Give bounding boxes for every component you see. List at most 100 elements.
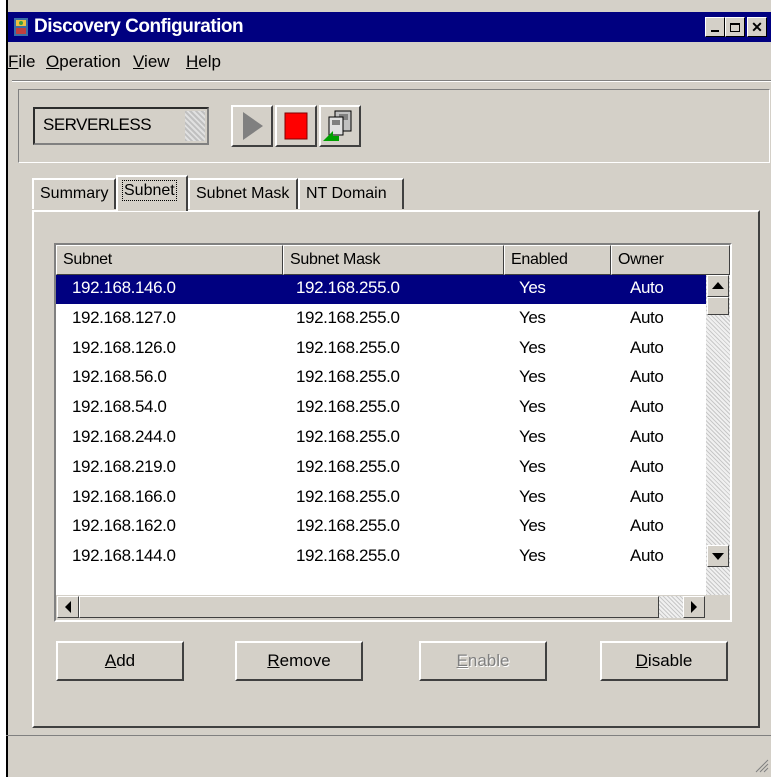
server-field[interactable]: SERVERLESS (33, 107, 209, 145)
computers-icon (323, 110, 352, 141)
remove-button[interactable]: Remove (235, 641, 363, 681)
cell-mask: 192.168.255.0 (296, 546, 400, 566)
remove-button-label: emove (279, 651, 331, 670)
resize-grip-icon[interactable] (753, 757, 769, 773)
table-row[interactable]: 192.168.244.0 192.168.255.0 Yes Auto (56, 424, 706, 453)
cell-subnet: 192.168.56.0 (72, 367, 167, 387)
cell-mask: 192.168.255.0 (296, 307, 400, 327)
tab-subnet-label: Subnet (122, 180, 177, 201)
disable-button-accel: D (635, 651, 648, 670)
horizontal-scroll-thumb[interactable] (79, 596, 659, 618)
tab-subnet[interactable]: Subnet (116, 175, 188, 211)
enable-button[interactable]: Enable (419, 641, 547, 681)
cell-owner: Auto (630, 516, 664, 536)
table-row[interactable]: 192.168.219.0 192.168.255.0 Yes Auto (56, 454, 706, 483)
close-icon: ✕ (751, 19, 763, 35)
table-row[interactable]: 192.168.146.0 192.168.255.0 Yes Auto (56, 275, 706, 304)
column-header-owner[interactable]: Owner (611, 245, 730, 275)
menu-file-accel: F (8, 52, 19, 71)
vertical-scrollbar[interactable] (706, 275, 730, 595)
cell-subnet: 192.168.144.0 (72, 546, 176, 566)
subnet-list[interactable]: Subnet Subnet Mask Enabled Owner 192.168… (54, 243, 732, 622)
menu-file[interactable]: File (8, 52, 35, 72)
title-bar[interactable]: Discovery Configuration ✕ (8, 12, 771, 42)
cell-subnet: 192.168.146.0 (72, 278, 176, 297)
disable-button[interactable]: Disable (600, 641, 728, 681)
table-row[interactable]: 192.168.162.0 192.168.255.0 Yes Auto (56, 513, 706, 542)
cell-subnet: 192.168.127.0 (72, 307, 176, 327)
cell-mask: 192.168.255.0 (296, 516, 400, 536)
cell-enabled: Yes (519, 427, 546, 446)
menu-operation[interactable]: Operation (46, 52, 121, 72)
disable-button-label: isable (647, 651, 693, 670)
table-row[interactable]: 192.168.54.0 192.168.255.0 Yes Auto (56, 394, 706, 423)
cell-subnet: 192.168.244.0 (72, 427, 176, 446)
tab-subnet-mask-label: Subnet Mask (196, 185, 290, 202)
stop-icon (284, 112, 308, 140)
window-title: Discovery Configuration (34, 16, 244, 37)
column-header-enabled[interactable]: Enabled (504, 245, 611, 275)
cell-mask: 192.168.255.0 (296, 397, 400, 417)
cell-subnet: 192.168.162.0 (72, 516, 176, 536)
tab-nt-domain[interactable]: NT Domain (298, 178, 404, 209)
scroll-down-button[interactable] (707, 545, 729, 567)
menu-view-accel: V (133, 52, 145, 71)
add-button[interactable]: Add (56, 641, 184, 681)
start-button[interactable] (231, 105, 273, 147)
list-header: Subnet Subnet Mask Enabled Owner (56, 245, 730, 275)
cell-mask: 192.168.255.0 (296, 486, 400, 506)
play-icon (243, 112, 263, 140)
tab-nt-domain-label: NT Domain (306, 185, 387, 202)
cell-enabled: Yes (519, 278, 546, 297)
arrow-right-icon (691, 601, 697, 613)
scroll-right-button[interactable] (683, 596, 705, 618)
menu-help[interactable]: Help (186, 52, 221, 72)
cell-mask: 192.168.255.0 (296, 337, 400, 357)
cell-enabled: Yes (519, 546, 546, 566)
table-row[interactable]: 192.168.144.0 192.168.255.0 Yes Auto (56, 543, 706, 572)
scroll-left-button[interactable] (57, 596, 79, 618)
cell-owner: Auto (630, 307, 664, 327)
cell-subnet: 192.168.166.0 (72, 486, 176, 506)
menu-file-label: ile (18, 52, 36, 71)
scroll-corner (706, 595, 730, 620)
table-row[interactable]: 192.168.127.0 192.168.255.0 Yes Auto (56, 305, 706, 334)
column-header-subnet-mask[interactable]: Subnet Mask (283, 245, 504, 275)
scroll-up-button[interactable] (707, 275, 729, 297)
cell-owner: Auto (630, 278, 664, 297)
menu-bar: File Operation View Help (8, 46, 771, 80)
toolbar: SERVERLESS (18, 89, 770, 163)
tab-subnet-mask[interactable]: Subnet Mask (188, 178, 298, 209)
table-row[interactable]: 192.168.166.0 192.168.255.0 Yes Auto (56, 484, 706, 513)
stop-button[interactable] (275, 105, 317, 147)
close-button[interactable]: ✕ (747, 17, 767, 37)
cell-owner: Auto (630, 456, 664, 476)
tab-summary[interactable]: Summary (32, 178, 116, 209)
cell-mask: 192.168.255.0 (296, 367, 400, 387)
menu-view-label: iew (144, 52, 170, 71)
tab-summary-label: Summary (40, 185, 109, 202)
cell-enabled: Yes (519, 516, 546, 536)
scroll-thumb[interactable] (707, 297, 729, 315)
horizontal-scroll-track[interactable] (659, 596, 683, 618)
minimize-button[interactable] (705, 17, 725, 37)
horizontal-scrollbar[interactable] (56, 595, 706, 620)
menu-help-accel: H (186, 52, 199, 71)
arrow-left-icon (65, 601, 71, 613)
arrow-down-icon (712, 553, 724, 560)
table-row[interactable]: 192.168.126.0 192.168.255.0 Yes Auto (56, 335, 706, 364)
cell-subnet: 192.168.219.0 (72, 456, 176, 476)
add-button-accel: A (104, 651, 117, 670)
cell-owner: Auto (630, 486, 664, 506)
column-header-subnet[interactable]: Subnet (56, 245, 283, 275)
restore-button[interactable] (725, 17, 745, 37)
menu-view[interactable]: View (133, 52, 170, 72)
menu-operation-label: peration (59, 52, 121, 71)
discover-computers-button[interactable] (319, 105, 361, 147)
discovery-configuration-window: Discovery Configuration ✕ File Operation… (6, 0, 771, 777)
cell-mask: 192.168.255.0 (296, 427, 400, 446)
cell-subnet: 192.168.126.0 (72, 337, 176, 357)
cell-owner: Auto (630, 337, 664, 357)
enable-button-label: nable (467, 651, 510, 670)
table-row[interactable]: 192.168.56.0 192.168.255.0 Yes Auto (56, 364, 706, 393)
